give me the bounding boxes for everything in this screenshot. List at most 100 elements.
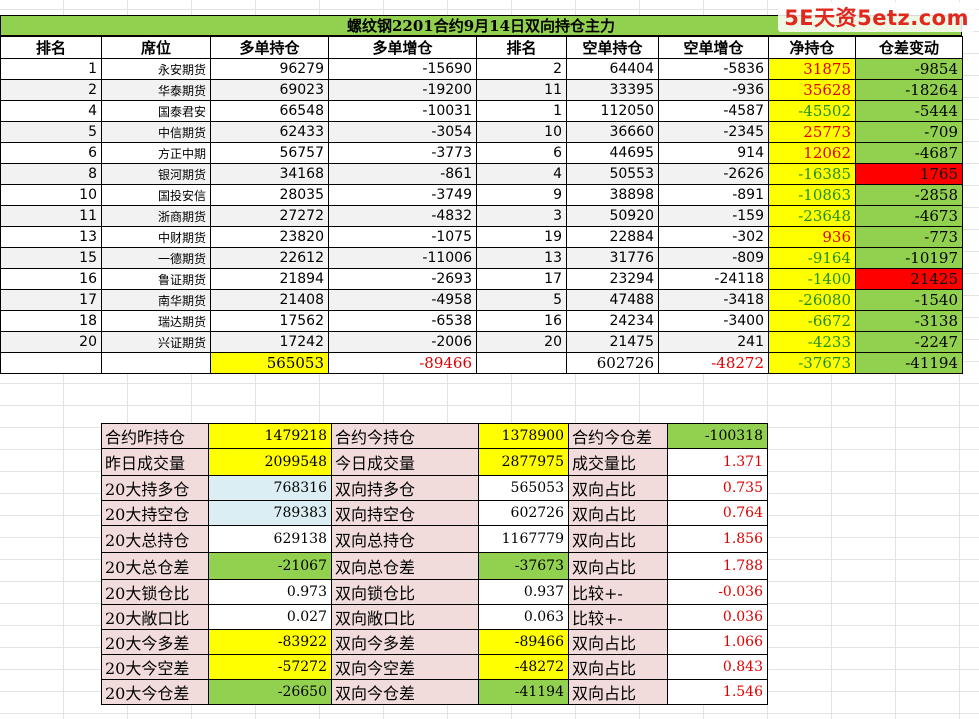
- cell-broker[interactable]: 浙商期货: [101, 205, 211, 227]
- cell-net-position[interactable]: -23648: [768, 205, 856, 227]
- col-header-long-change[interactable]: 多单增仓: [328, 36, 477, 59]
- summary-value-dual[interactable]: -37673: [478, 552, 569, 580]
- cell-long-change[interactable]: -2006: [328, 331, 477, 353]
- cell-rank-long[interactable]: 18: [0, 310, 102, 332]
- summary-label-top20[interactable]: 20大今仓差: [101, 679, 209, 705]
- summary-label-ratio[interactable]: 比较+-: [568, 604, 668, 630]
- summary-label-dual[interactable]: 双向锁仓比: [331, 579, 479, 605]
- cell-short-position[interactable]: 33395: [566, 79, 659, 101]
- cell-long-position[interactable]: 28035: [210, 184, 329, 206]
- summary-value-ratio[interactable]: 0.764: [667, 500, 768, 526]
- cell-total-blank[interactable]: [101, 352, 211, 374]
- cell-broker[interactable]: 国泰君安: [101, 100, 211, 122]
- cell-short-change[interactable]: -24118: [658, 268, 769, 290]
- summary-value-top20[interactable]: 789383: [208, 500, 332, 526]
- summary-value-dual[interactable]: -48272: [478, 654, 569, 680]
- summary-value-top20[interactable]: 768316: [208, 475, 332, 501]
- cell-rank-short[interactable]: 9: [476, 184, 567, 206]
- cell-long-change[interactable]: -3054: [328, 121, 477, 143]
- cell-diff-change[interactable]: 1765: [855, 163, 963, 185]
- cell-broker[interactable]: 华泰期货: [101, 79, 211, 101]
- col-header-rank-long[interactable]: 排名: [0, 36, 102, 59]
- cell-rank-short[interactable]: 11: [476, 79, 567, 101]
- cell-rank-long[interactable]: 17: [0, 289, 102, 311]
- cell-rank-short[interactable]: 4: [476, 163, 567, 185]
- summary-label-dual[interactable]: 双向今仓差: [331, 679, 479, 705]
- cell-broker[interactable]: 兴证期货: [101, 331, 211, 353]
- cell-diff-change[interactable]: -4673: [855, 205, 963, 227]
- cell-diff-change[interactable]: -2247: [855, 331, 963, 353]
- cell-diff-change[interactable]: -2858: [855, 184, 963, 206]
- cell-rank-short[interactable]: 19: [476, 226, 567, 248]
- cell-long-change[interactable]: -3773: [328, 142, 477, 164]
- cell-net-position[interactable]: -4233: [768, 331, 856, 353]
- summary-value-dual[interactable]: 565053: [478, 475, 569, 501]
- summary-value-dual[interactable]: -89466: [478, 629, 569, 655]
- cell-long-change[interactable]: -15690: [328, 58, 477, 80]
- cell-broker[interactable]: 南华期货: [101, 289, 211, 311]
- cell-rank-short[interactable]: 13: [476, 247, 567, 269]
- cell-short-position[interactable]: 50553: [566, 163, 659, 185]
- summary-label-dual[interactable]: 双向持多仓: [331, 475, 479, 501]
- cell-net-position[interactable]: -6672: [768, 310, 856, 332]
- cell-rank-long[interactable]: 15: [0, 247, 102, 269]
- cell-long-position[interactable]: 21408: [210, 289, 329, 311]
- cell-net-position[interactable]: -9164: [768, 247, 856, 269]
- summary-label-ratio[interactable]: 双向占比: [568, 525, 668, 553]
- cell-long-change[interactable]: -4958: [328, 289, 477, 311]
- cell-broker[interactable]: 银河期货: [101, 163, 211, 185]
- cell-short-position[interactable]: 44695: [566, 142, 659, 164]
- cell-diff-change[interactable]: -4687: [855, 142, 963, 164]
- summary-label-ratio[interactable]: 成交量比: [568, 448, 668, 476]
- cell-short-position[interactable]: 112050: [566, 100, 659, 122]
- cell-short-position[interactable]: 47488: [566, 289, 659, 311]
- cell-long-position[interactable]: 17562: [210, 310, 329, 332]
- cell-diff-change[interactable]: -9854: [855, 58, 963, 80]
- cell-long-change[interactable]: -11006: [328, 247, 477, 269]
- cell-long-position[interactable]: 56757: [210, 142, 329, 164]
- cell-long-change[interactable]: -4832: [328, 205, 477, 227]
- cell-broker[interactable]: 国投安信: [101, 184, 211, 206]
- cell-long-position[interactable]: 21894: [210, 268, 329, 290]
- cell-long-position[interactable]: 66548: [210, 100, 329, 122]
- col-header-diff-change[interactable]: 仓差变动: [855, 36, 963, 59]
- summary-value-ratio[interactable]: 0.735: [667, 475, 768, 501]
- cell-rank-long[interactable]: 2: [0, 79, 102, 101]
- cell-broker[interactable]: 一德期货: [101, 247, 211, 269]
- cell-diff-change[interactable]: -3138: [855, 310, 963, 332]
- cell-short-position[interactable]: 21475: [566, 331, 659, 353]
- cell-rank-short[interactable]: 16: [476, 310, 567, 332]
- cell-rank-long[interactable]: 5: [0, 121, 102, 143]
- summary-value-dual[interactable]: -41194: [478, 679, 569, 705]
- cell-net-position[interactable]: 31875: [768, 58, 856, 80]
- col-header-net-position[interactable]: 净持仓: [768, 36, 856, 59]
- cell-rank-long[interactable]: 11: [0, 205, 102, 227]
- cell-total-blank[interactable]: [476, 352, 567, 374]
- summary-value-dual[interactable]: 0.937: [478, 579, 569, 605]
- cell-broker[interactable]: 永安期货: [101, 58, 211, 80]
- cell-short-position[interactable]: 23294: [566, 268, 659, 290]
- summary-value-ratio[interactable]: 1.856: [667, 525, 768, 553]
- summary-label-dual[interactable]: 双向总仓差: [331, 552, 479, 580]
- cell-short-change[interactable]: -936: [658, 79, 769, 101]
- summary-value-ratio[interactable]: 1.546: [667, 679, 768, 705]
- col-header-long-position[interactable]: 多单持仓: [210, 36, 329, 59]
- cell-long-change[interactable]: -861: [328, 163, 477, 185]
- summary-value-ratio[interactable]: 1.066: [667, 629, 768, 655]
- cell-rank-short[interactable]: 3: [476, 205, 567, 227]
- cell-long-change[interactable]: -3749: [328, 184, 477, 206]
- summary-label-ratio[interactable]: 比较+-: [568, 579, 668, 605]
- cell-rank-long[interactable]: 10: [0, 184, 102, 206]
- summary-value-ratio[interactable]: 0.843: [667, 654, 768, 680]
- cell-net-position[interactable]: -10863: [768, 184, 856, 206]
- summary-value-dual[interactable]: 1167779: [478, 525, 569, 553]
- cell-net-position[interactable]: 12062: [768, 142, 856, 164]
- cell-short-position[interactable]: 22884: [566, 226, 659, 248]
- cell-short-position[interactable]: 31776: [566, 247, 659, 269]
- summary-value-dual[interactable]: 0.063: [478, 604, 569, 630]
- summary-label-top20[interactable]: 20大持空仓: [101, 500, 209, 526]
- cell-rank-short[interactable]: 2: [476, 58, 567, 80]
- summary-value-ratio[interactable]: 1.788: [667, 552, 768, 580]
- summary-value-top20[interactable]: 1479218: [208, 423, 332, 449]
- summary-value-top20[interactable]: -26650: [208, 679, 332, 705]
